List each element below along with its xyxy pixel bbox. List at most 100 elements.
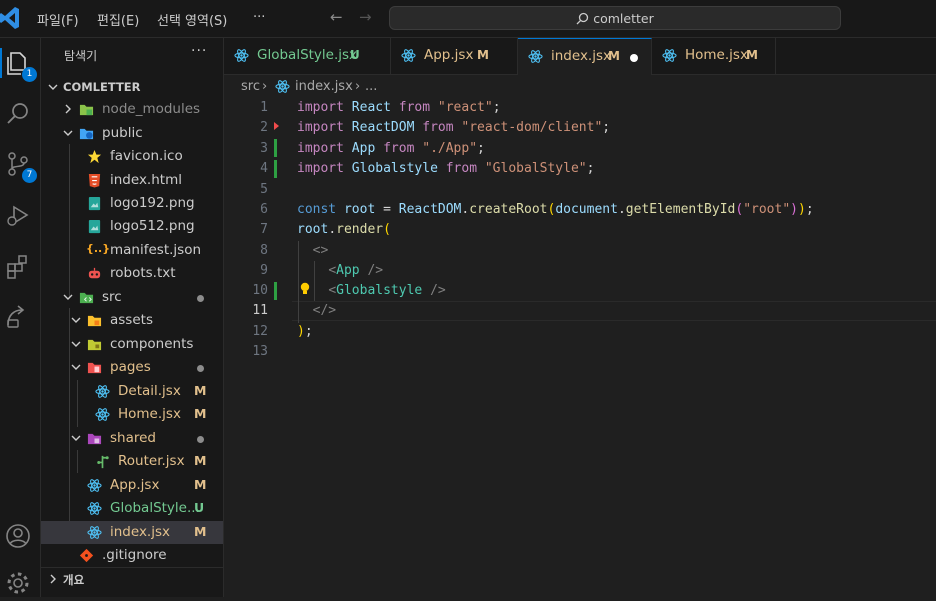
code-token: App (351, 141, 376, 156)
line-number: 11 (252, 303, 268, 318)
git-added-marker (274, 160, 277, 178)
robot-icon (88, 267, 101, 279)
line-number: 9 (260, 263, 268, 278)
code-token: root (343, 202, 376, 217)
remote-explorer-icon[interactable] (4, 303, 32, 331)
title-bar: 파일(F) 편집(E) 선택 영역(S) ··· ← → comletter (0, 0, 936, 38)
git-status: M (194, 524, 207, 539)
git-status: M (194, 453, 207, 468)
breadcrumb-tail[interactable]: ... (365, 79, 377, 94)
breadcrumb-file[interactable]: index.jsx (295, 79, 353, 94)
settings-gear-icon[interactable] (4, 569, 32, 597)
outline-title: 개요 (63, 573, 85, 587)
tree-item-components[interactable]: components (41, 333, 223, 356)
back-arrow-icon[interactable]: ← (330, 8, 343, 26)
code-line-2: import ReactDOM from "react-dom/client"; (297, 120, 611, 135)
search-view-icon[interactable] (4, 100, 32, 128)
code-editor[interactable]: 1 2 3 4 5 6 7 8 9 10 11 12 13 import Rea… (224, 98, 936, 597)
public-folder-icon (79, 128, 94, 140)
tree-item-node-modules[interactable]: node_modules (41, 98, 223, 121)
code-token: App (336, 263, 360, 278)
tree-item-router-jsx[interactable]: Router.jsx M (41, 450, 223, 473)
search-text: comletter (593, 11, 654, 26)
tree-item-manifest[interactable]: {..} manifest.json (41, 239, 223, 262)
chevron-down-icon (63, 130, 73, 136)
code-token: "react-dom/client" (461, 120, 603, 135)
tree-item-home-jsx[interactable]: Home.jsx M (41, 403, 223, 426)
git-status: U (194, 500, 205, 515)
menu-more[interactable]: ··· (253, 10, 265, 25)
line-number: 6 (260, 202, 268, 217)
tab-index[interactable]: index.jsx M (518, 38, 652, 75)
tab-git-status: M (608, 49, 620, 63)
explorer-badge: 1 (22, 67, 37, 82)
tab-home[interactable]: Home.jsx M (652, 38, 776, 74)
code-line-1: import React from "react"; (297, 100, 501, 115)
code-token: import (297, 161, 344, 176)
code-line-6: const root = ReactDOM.createRoot(documen… (297, 202, 814, 217)
breadcrumb: src › index.jsx › ... (224, 76, 936, 98)
code-token: "root" (743, 202, 791, 217)
menu-file[interactable]: 파일(F) (37, 10, 79, 29)
workspace-root[interactable]: COMLETTER (41, 76, 223, 99)
code-token: getElementById (625, 202, 736, 217)
line-number: 4 (260, 161, 268, 176)
scm-badge: 7 (22, 168, 37, 183)
code-token: Globalstyle (351, 161, 438, 176)
code-line-8: <> (312, 243, 329, 258)
tree-item-src[interactable]: src (41, 286, 223, 309)
account-icon[interactable] (4, 522, 32, 550)
explorer-icon[interactable]: 1 (4, 49, 37, 82)
code-token: createRoot (469, 202, 548, 217)
react-icon (401, 49, 416, 62)
workspace-root-label: COMLETTER (63, 80, 141, 94)
search-icon (576, 12, 589, 25)
tree-item-index-jsx[interactable]: index.jsx M (41, 521, 223, 544)
tree-item-index-html[interactable]: index.html (41, 169, 223, 192)
tree-item-detail-jsx[interactable]: Detail.jsx M (41, 380, 223, 403)
forward-arrow-icon[interactable]: → (359, 8, 372, 26)
line-number: 12 (252, 324, 268, 339)
menu-selection[interactable]: 선택 영역(S) (157, 10, 227, 29)
chevron-down-icon (71, 341, 81, 347)
tree-item-assets[interactable]: assets (41, 309, 223, 332)
activity-bar: 1 7 (0, 38, 41, 597)
outline-section-header[interactable]: 개요 (41, 568, 223, 591)
src-folder-icon (79, 292, 94, 304)
run-debug-icon[interactable] (4, 201, 32, 229)
tree-item-public[interactable]: public (41, 122, 223, 145)
extensions-icon[interactable] (4, 252, 32, 280)
router-icon (97, 455, 109, 469)
tree-item-app-jsx[interactable]: App.jsx M (41, 474, 223, 497)
tab-label: Home.jsx (685, 47, 748, 63)
breadcrumb-folder[interactable]: src (241, 79, 260, 94)
tree-item-logo512[interactable]: logo512.png (41, 215, 223, 238)
tab-globalstyle[interactable]: GlobalStyle.jsx U (224, 38, 391, 74)
code-line-3: import App from "./App"; (297, 141, 485, 156)
tree-item-favicon[interactable]: favicon.ico (41, 145, 223, 168)
tree-label: index.jsx (110, 524, 170, 540)
tree-item-pages[interactable]: pages (41, 356, 223, 379)
tree-item-globalstyle-jsx[interactable]: GlobalStyle... U (41, 497, 223, 520)
unsaved-dot-icon[interactable] (630, 54, 638, 62)
code-token: from (383, 141, 415, 156)
react-icon (87, 502, 102, 515)
tree-label: Router.jsx (118, 453, 185, 469)
vscode-logo-icon[interactable] (0, 6, 20, 30)
tree-label: components (110, 336, 194, 352)
command-center-search[interactable]: comletter (389, 6, 841, 30)
line-number: 2 (260, 120, 268, 135)
tree-item-robots[interactable]: robots.txt (41, 262, 223, 285)
explorer-more-button[interactable]: ··· (191, 43, 207, 59)
code-line-10: <Globalstyle /> (328, 283, 446, 298)
tree-item-logo192[interactable]: logo192.png (41, 192, 223, 215)
source-control-icon[interactable]: 7 (4, 150, 37, 183)
tree-label: index.html (110, 172, 182, 188)
tree-label: Home.jsx (118, 406, 181, 422)
tree-item-gitignore[interactable]: .gitignore (41, 544, 223, 567)
tab-app[interactable]: App.jsx M (391, 38, 518, 74)
chevron-down-icon (71, 364, 81, 370)
tree-label: assets (110, 312, 153, 328)
tree-item-shared[interactable]: shared (41, 427, 223, 450)
menu-edit[interactable]: 편집(E) (97, 10, 139, 29)
